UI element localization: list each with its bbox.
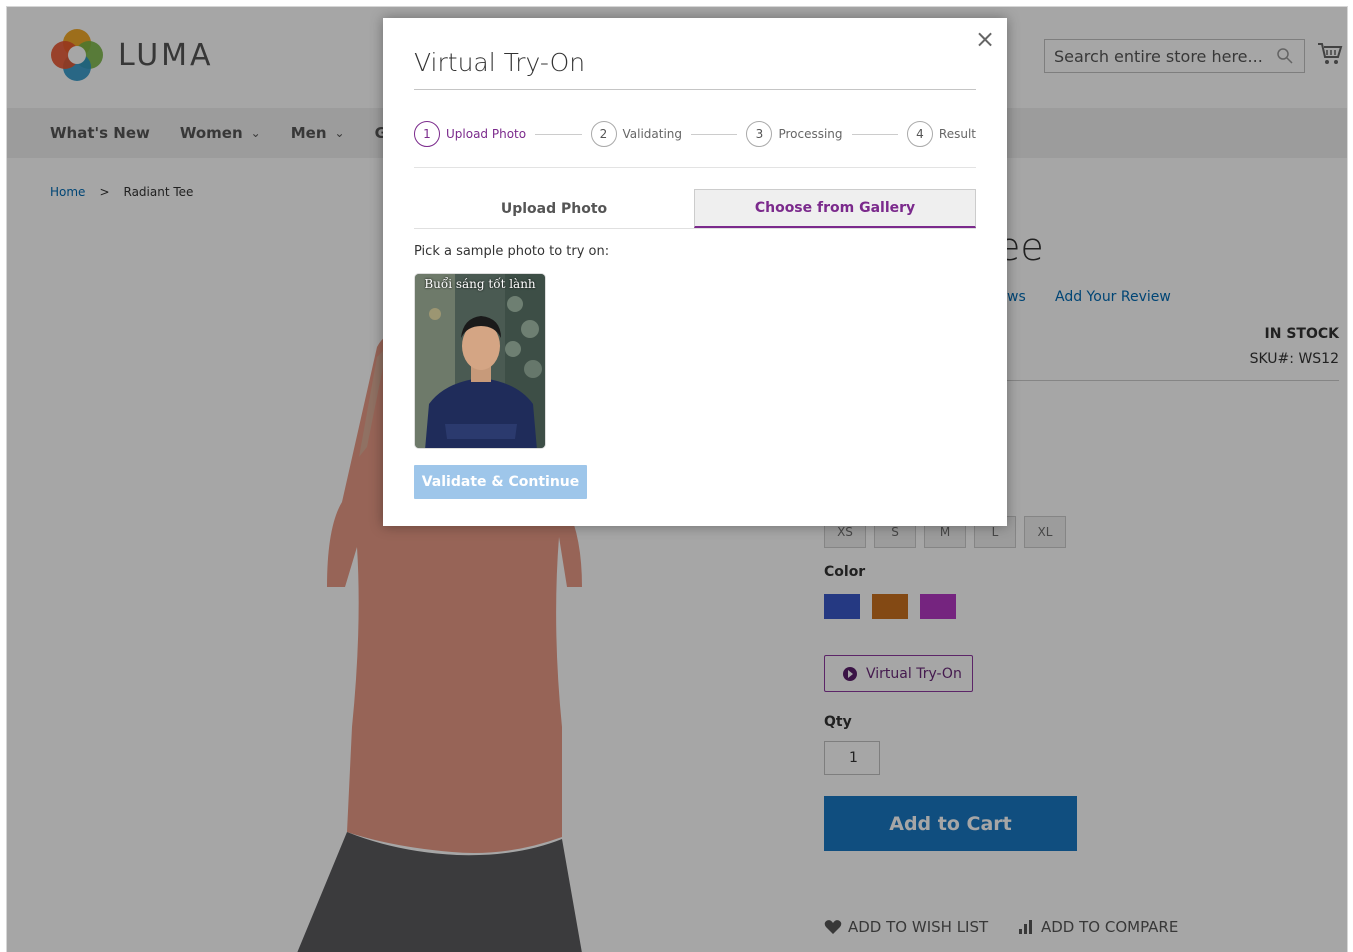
divider [414, 89, 976, 90]
browser-frame: LUMA Search entire store here... What's … [6, 6, 1348, 952]
photo-source-tabs: Upload Photo Choose from Gallery [414, 189, 976, 229]
step-indicator: 1 Upload Photo 2 Validating 3 Processing… [414, 119, 976, 149]
step-connector [851, 133, 898, 135]
step-result: 4 Result [906, 121, 976, 147]
validate-continue-button[interactable]: Validate & Continue [414, 465, 587, 499]
step-connector [535, 133, 582, 135]
step-upload-photo: 1 Upload Photo [414, 121, 526, 147]
step-processing: 3 Processing [746, 121, 843, 147]
step-connector [691, 133, 738, 135]
tab-choose-from-gallery[interactable]: Choose from Gallery [694, 189, 976, 228]
divider [414, 167, 976, 168]
step-number: 4 [906, 121, 933, 147]
virtual-tryon-modal: × Virtual Try-On 1 Upload Photo 2 Valida… [383, 18, 1007, 526]
close-icon[interactable]: × [975, 27, 995, 51]
step-label: Result [938, 127, 976, 141]
sample-photo-image [415, 274, 545, 448]
step-label: Processing [778, 127, 843, 141]
step-number: 2 [590, 121, 617, 147]
sample-photo-caption: Buổi sáng tốt lành [424, 277, 536, 291]
gallery-instruction: Pick a sample photo to try on: [414, 244, 610, 259]
step-label: Validating [622, 127, 683, 141]
step-number: 1 [414, 121, 440, 147]
sample-photo-thumbnail[interactable]: Buổi sáng tốt lành [414, 273, 546, 449]
step-validating: 2 Validating [590, 121, 683, 147]
step-number: 3 [746, 121, 773, 147]
step-label: Upload Photo [446, 127, 527, 141]
modal-title: Virtual Try-On [414, 48, 586, 77]
tab-upload-photo[interactable]: Upload Photo [414, 189, 694, 228]
